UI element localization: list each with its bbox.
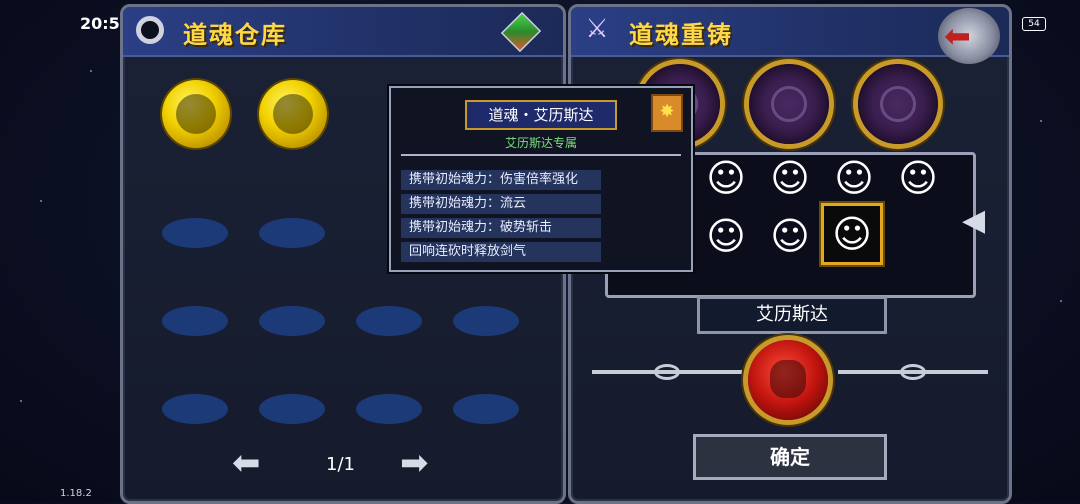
empty-slot[interactable] xyxy=(356,306,422,336)
empty-slot[interactable] xyxy=(259,306,325,336)
portrait-option[interactable]: ☺ xyxy=(762,150,818,206)
ornament-left xyxy=(592,364,742,380)
portrait-option[interactable]: ☺ xyxy=(698,150,754,206)
soul-item[interactable] xyxy=(259,80,327,148)
tooltip-title: 道魂・艾历斯达 xyxy=(465,100,617,130)
recast-socket[interactable] xyxy=(858,64,938,144)
star-icon: ✸ xyxy=(659,101,675,122)
recast-title: 道魂重铸 xyxy=(629,21,733,49)
battery-indicator: 54 xyxy=(1022,17,1046,31)
tooltip-line: 回响连砍时释放剑气 xyxy=(401,242,601,262)
ring-icon xyxy=(136,16,164,44)
empty-slot[interactable] xyxy=(162,218,228,248)
tooltip-line: 携带初始魂力：破势斩击 xyxy=(401,218,601,238)
version-label: 1.18.2 xyxy=(60,488,92,499)
confirm-button[interactable]: 确定 xyxy=(693,434,887,480)
selected-name: 艾历斯达 xyxy=(697,296,887,334)
empty-slot[interactable] xyxy=(162,306,228,336)
portrait-option[interactable]: ☺ xyxy=(826,150,882,206)
portrait-option[interactable]: ☺ xyxy=(762,208,818,264)
warehouse-title: 道魂仓库 xyxy=(183,21,287,49)
recast-socket[interactable] xyxy=(749,64,829,144)
tooltip-divider xyxy=(401,154,681,160)
ornament-right xyxy=(838,364,988,380)
portrait-option[interactable]: ☺ xyxy=(890,150,946,206)
sword-icon: ⚔ xyxy=(585,14,609,44)
arrow-left-icon[interactable]: ⬅ xyxy=(232,446,261,480)
tooltip-subtitle: 艾历斯达专属 xyxy=(504,136,577,150)
empty-slot[interactable] xyxy=(162,394,228,424)
warehouse-header: 道魂仓库 xyxy=(123,7,563,57)
page-indicator: 1/1 xyxy=(326,454,355,475)
soul-item[interactable] xyxy=(162,80,230,148)
back-button[interactable]: ⬅ xyxy=(938,8,1000,64)
empty-slot[interactable] xyxy=(453,306,519,336)
empty-slot[interactable] xyxy=(259,394,325,424)
chevron-left-icon[interactable]: ◀ xyxy=(962,204,985,238)
tooltip-line: 携带初始魂力：流云 xyxy=(401,194,601,214)
tooltip-line: 携带初始魂力：伤害倍率强化 xyxy=(401,170,601,190)
empty-slot[interactable] xyxy=(453,394,519,424)
arrow-right-icon[interactable]: ➡ xyxy=(400,446,429,480)
star-badge: ✸ xyxy=(651,94,683,132)
soul-tooltip: 道魂・艾历斯达 ✸ 艾历斯达专属 携带初始魂力：伤害倍率强化 携带初始魂力：流云… xyxy=(389,86,693,272)
soul-face-icon xyxy=(176,94,216,134)
recast-orb[interactable] xyxy=(748,340,828,420)
soul-face-icon xyxy=(770,360,806,398)
portrait-option-selected[interactable]: ☺ xyxy=(821,203,883,265)
empty-slot[interactable] xyxy=(259,218,325,248)
empty-slot[interactable] xyxy=(356,394,422,424)
back-arrow-icon: ⬅ xyxy=(944,17,971,55)
soul-face-icon xyxy=(273,94,313,134)
portrait-option[interactable]: ☺ xyxy=(698,208,754,264)
